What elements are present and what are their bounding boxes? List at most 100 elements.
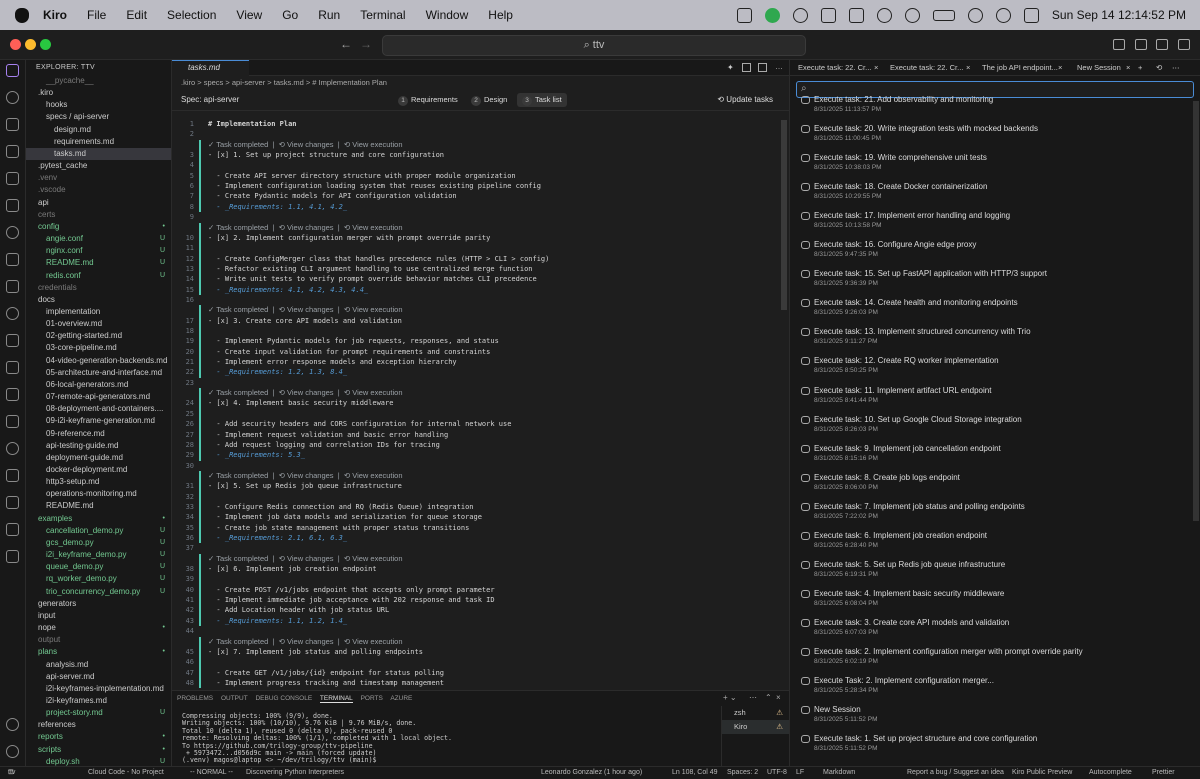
control-center-icon[interactable] [1023, 7, 1039, 23]
session-tab[interactable]: New Session [1077, 60, 1121, 76]
panel-more-icon[interactable]: ⋯ [749, 693, 757, 702]
maximize-panel-icon[interactable]: ⌃ [765, 693, 772, 702]
kangaroo-alt-icon[interactable] [6, 550, 19, 563]
encoding[interactable]: UTF-8 [767, 767, 787, 779]
prettier-status[interactable]: Prettier [1152, 767, 1175, 779]
more-actions-icon[interactable]: … [775, 62, 783, 71]
tab-ports[interactable]: PORTS [361, 695, 383, 702]
run-debug-icon[interactable] [6, 145, 19, 158]
file-tree-item[interactable]: .venv [26, 172, 171, 184]
session-item[interactable]: Execute task: 11. Implement artifact URL… [801, 385, 1196, 405]
file-tree-item[interactable]: operations-monitoring.md [26, 488, 171, 500]
split-editor-icon[interactable] [758, 63, 767, 72]
file-tree-item[interactable]: analysis.md [26, 659, 171, 671]
file-tree-item[interactable]: 05-architecture-and-interface.md [26, 367, 171, 379]
autocomplete-status[interactable]: Autocomplete [1089, 767, 1132, 779]
forward-arrow-icon[interactable]: → [360, 37, 372, 51]
new-session-icon[interactable]: + [1138, 60, 1142, 76]
gcp-icon[interactable] [6, 334, 19, 347]
file-tree-item[interactable]: 09-reference.md [26, 428, 171, 440]
file-tree-item[interactable]: deployment-guide.md [26, 452, 171, 464]
terminal-output[interactable]: Compressing objects: 100% (9/9), done. W… [182, 712, 452, 765]
wifi-icon[interactable] [967, 7, 983, 23]
session-item[interactable]: Execute task: 2. Implement configuration… [801, 646, 1196, 666]
tab-problems[interactable]: PROBLEMS [177, 695, 213, 702]
session-item[interactable]: Execute task: 15. Set up FastAPI applica… [801, 268, 1196, 288]
tab-terminal[interactable]: TERMINAL [319, 695, 353, 703]
code-lens[interactable]: ✓ Task completed | ⟲ View changes | ⟲ Vi… [172, 223, 789, 233]
close-panel-icon[interactable]: × [776, 693, 781, 702]
task-completed-lens[interactable]: ✓ Task completed | ⟲ View changes | ⟲ Vi… [208, 305, 403, 315]
menu-view[interactable]: View [236, 8, 262, 22]
file-tree-item[interactable]: implementation [26, 306, 171, 318]
indentation[interactable]: Spaces: 2 [727, 767, 758, 779]
close-window-button[interactable] [10, 39, 21, 50]
file-tree-item[interactable]: docker-deployment.md [26, 464, 171, 476]
file-tree-item[interactable]: rq_worker_demo.py U [26, 573, 171, 585]
file-tree-item[interactable]: certs [26, 209, 171, 221]
docker-icon[interactable] [6, 280, 19, 293]
app-status-icon[interactable] [820, 7, 836, 23]
session-item[interactable]: Execute task: 4. Implement basic securit… [801, 588, 1196, 608]
session-menu-icon[interactable]: ⋯ [1172, 60, 1180, 76]
file-tree-item[interactable]: specs / api-server [26, 111, 171, 123]
session-item[interactable]: Execute task: 18. Create Docker containe… [801, 181, 1196, 201]
file-tree-item[interactable]: i2i_keyframe_demo.py U [26, 549, 171, 561]
location-icon[interactable] [876, 7, 892, 23]
code-lens[interactable]: ✓ Task completed | ⟲ View changes | ⟲ Vi… [172, 471, 789, 481]
file-tree-item[interactable]: redis.conf U [26, 270, 171, 282]
code-lens[interactable]: ✓ Task completed | ⟲ View changes | ⟲ Vi… [172, 554, 789, 564]
file-tree-item[interactable]: examples • [26, 513, 171, 525]
session-item[interactable]: Execute task: 7. Implement job status an… [801, 501, 1196, 521]
file-tree-item[interactable]: cancellation_demo.py U [26, 525, 171, 537]
sidebar-toggle-icon[interactable] [1135, 39, 1147, 50]
spotlight-search-icon[interactable] [995, 7, 1011, 23]
session-item[interactable]: Execute task: 14. Create health and moni… [801, 297, 1196, 317]
close-tab-icon[interactable]: × [874, 60, 878, 76]
code-lens[interactable]: ✓ Task completed | ⟲ View changes | ⟲ Vi… [172, 388, 789, 398]
editor-scrollbar[interactable] [781, 120, 787, 310]
menu-app-name[interactable]: Kiro [43, 8, 67, 22]
file-tree-item[interactable]: __pycache__ [26, 75, 171, 87]
search-icon[interactable] [6, 91, 19, 104]
tab-debug-console[interactable]: DEBUG CONSOLE [255, 695, 312, 702]
minimize-window-button[interactable] [25, 39, 36, 50]
close-tab-icon[interactable]: × [1058, 60, 1062, 76]
code-lens[interactable]: ✓ Task completed | ⟲ View changes | ⟲ Vi… [172, 637, 789, 647]
menu-window[interactable]: Window [426, 8, 469, 22]
session-scrollbar[interactable] [1193, 101, 1199, 521]
menu-run[interactable]: Run [318, 8, 340, 22]
shield-icon[interactable] [848, 7, 864, 23]
file-tree-item[interactable]: tasks.md [26, 147, 171, 161]
gemini-icon[interactable] [6, 469, 19, 482]
file-tree-item[interactable]: credentials [26, 282, 171, 294]
file-tree-item[interactable]: 03-core-pipeline.md [26, 342, 171, 354]
code-editor[interactable]: 1 # Implementation Plan 2 ✓ Task completed … [172, 119, 789, 690]
file-tree-item[interactable]: .pytest_cache [26, 160, 171, 172]
tab-azure[interactable]: AZURE [390, 695, 412, 702]
status-dot-icon[interactable] [764, 7, 780, 23]
session-item[interactable]: Execute task: 12. Create RQ worker imple… [801, 355, 1196, 375]
live-share-icon[interactable] [6, 496, 19, 509]
tab-tasks-md[interactable]: tasks.md [172, 60, 249, 76]
file-tree-item[interactable]: api-testing-guide.md [26, 440, 171, 452]
file-tree-item[interactable]: .kiro [26, 87, 171, 99]
cloud-code-status[interactable]: Cloud Code - No Project [88, 767, 164, 779]
file-tree-item[interactable]: 07-remote-api-generators.md [26, 391, 171, 403]
step-task-list[interactable]: 3 Task list [517, 93, 567, 107]
breadcrumb[interactable]: .kiro > specs > api-server > tasks.md > … [172, 76, 789, 89]
file-tree-item[interactable]: design.md [26, 124, 171, 136]
history-icon[interactable]: ⟲ [1156, 60, 1162, 76]
file-tree-item[interactable]: nope • [26, 622, 171, 634]
menu-terminal[interactable]: Terminal [360, 8, 405, 22]
battery-icon[interactable] [932, 9, 955, 21]
cloud-icon[interactable] [736, 7, 752, 23]
file-tree-item[interactable]: gcs_demo.py U [26, 537, 171, 549]
file-tree-item[interactable]: scripts • [26, 744, 171, 756]
task-completed-lens[interactable]: ✓ Task completed | ⟲ View changes | ⟲ Vi… [208, 223, 403, 233]
kiro-preview[interactable]: Kiro Public Preview [1012, 767, 1072, 779]
file-tree-item[interactable]: angie.conf U [26, 233, 171, 245]
file-tree-item[interactable]: hooks [26, 99, 171, 111]
session-item[interactable]: Execute task: 1. Set up project structur… [801, 733, 1196, 753]
file-tree-item[interactable]: config • [26, 221, 171, 233]
